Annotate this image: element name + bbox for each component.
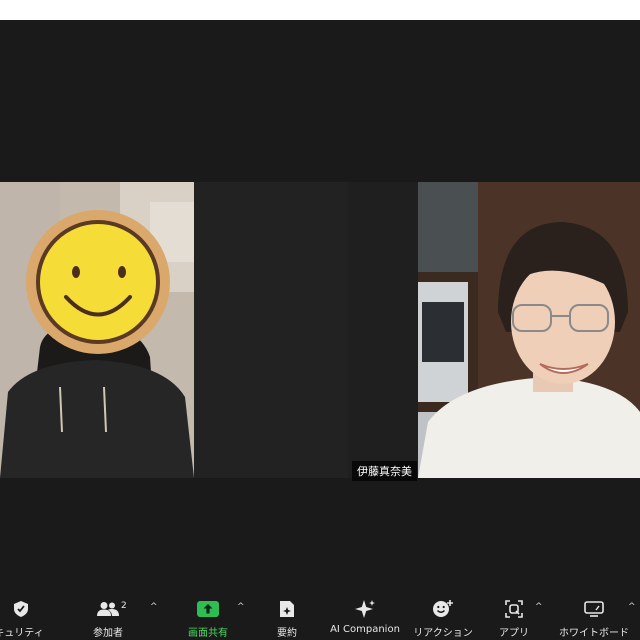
participant-video-left[interactable]	[0, 182, 194, 478]
empty-video-area	[194, 182, 348, 478]
share-screen-button[interactable]: 画面共有	[184, 595, 232, 640]
whiteboard-button[interactable]: ホワイトボード	[559, 595, 629, 640]
whiteboard-options-caret[interactable]: ^	[628, 602, 636, 612]
participants-icon	[97, 600, 119, 618]
whiteboard-label: ホワイトボード	[559, 628, 629, 639]
share-screen-icon	[197, 600, 219, 618]
ai-companion-label: AI Companion	[330, 624, 400, 635]
participants-label: 参加者	[93, 628, 123, 639]
video-stage: 伊藤真奈美	[0, 20, 640, 595]
meeting-toolbar: キュリティ 参加者 2 ^ 画面共有 ^	[0, 595, 640, 640]
apps-button[interactable]: アプリ	[498, 595, 530, 640]
apps-label: アプリ	[499, 628, 529, 639]
share-options-caret[interactable]: ^	[237, 602, 245, 612]
whiteboard-icon	[584, 600, 604, 618]
participant-name-label: 伊藤真奈美	[352, 461, 417, 481]
summary-document-icon	[279, 600, 295, 618]
security-button[interactable]: キュリティ	[0, 595, 44, 640]
share-screen-label: 画面共有	[188, 628, 228, 639]
security-label: キュリティ	[0, 628, 44, 639]
smiley-plus-icon	[432, 600, 454, 618]
apps-options-caret[interactable]: ^	[535, 602, 543, 612]
sparkle-icon	[354, 600, 376, 618]
participants-count: 2	[121, 601, 127, 611]
smiley-face-icon	[26, 210, 170, 354]
participant-video-right[interactable]	[348, 182, 640, 478]
summary-button[interactable]: 要約	[272, 595, 302, 640]
apps-icon	[505, 600, 523, 618]
participant-right-image	[348, 182, 640, 478]
summary-label: 要約	[277, 628, 297, 639]
ai-companion-button[interactable]: AI Companion	[326, 595, 404, 640]
shield-icon	[13, 600, 29, 618]
reactions-label: リアクション	[413, 628, 473, 639]
reactions-button[interactable]: リアクション	[413, 595, 473, 640]
participants-options-caret[interactable]: ^	[150, 602, 158, 612]
